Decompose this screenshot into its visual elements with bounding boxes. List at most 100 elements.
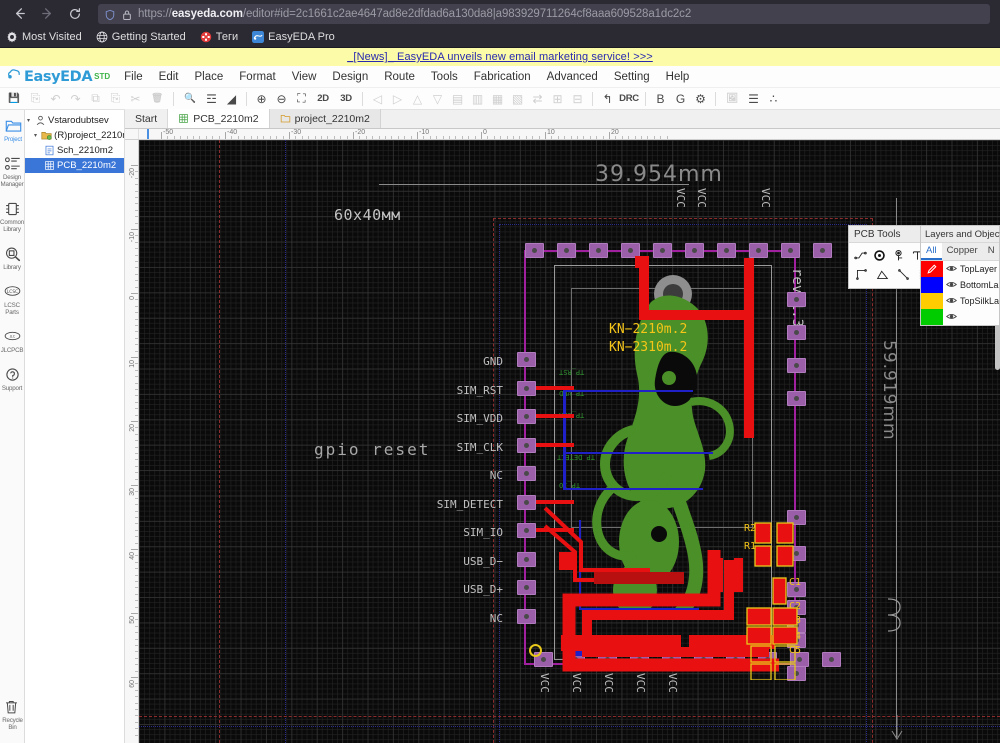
tab-project-2210m2[interactable]: project_2210m2 [269,109,381,128]
easyeda-logo[interactable]: EasyEDA STD [4,67,116,86]
via-icon[interactable] [889,246,908,265]
zoom-out-icon[interactable]: ⊖ [272,90,291,108]
pad-top-7[interactable] [749,243,768,258]
zoom-fit-icon[interactable]: ⛶ [292,90,311,108]
layer-row[interactable]: TopSilkLa [921,293,999,309]
menu-format[interactable]: Format [231,69,283,85]
bookmark-tegi[interactable]: Теги [200,31,238,43]
eye-icon[interactable] [946,264,957,275]
pad-right-top-1[interactable] [787,325,806,340]
menu-help[interactable]: Help [658,69,698,85]
pad-top-4[interactable] [653,243,672,258]
drc-button[interactable]: DRC [618,90,640,108]
address-bar[interactable]: https://easyeda.com/editor#id=2c1661c2ae… [98,3,990,24]
rail-item-library[interactable]: Library [0,242,25,274]
paint-icon[interactable]: ◢ [222,90,241,108]
rail-item-jlcpcb[interactable]: JLC JLCPCB [0,325,25,357]
save-icon[interactable]: 💾 [3,90,25,108]
menu-view[interactable]: View [284,69,325,85]
pad-top-2[interactable] [589,243,608,258]
layers-panel[interactable]: Layers and Objects All Copper N TopLayer… [920,225,1000,326]
rail-item-design-manager[interactable]: Design Manager [0,152,25,191]
view-2d-button[interactable]: 2D [312,90,334,108]
menu-file[interactable]: File [116,69,151,85]
eye-icon[interactable] [946,296,957,307]
bookmark-most-visited[interactable]: Most Visited [6,31,82,43]
pad-top-6[interactable] [717,243,736,258]
track-icon[interactable] [851,246,870,265]
pad-icon[interactable] [870,246,889,265]
menu-place[interactable]: Place [187,69,232,85]
tree-row[interactable]: Sch_2210m2 [25,143,124,158]
pad-top-5[interactable] [685,243,704,258]
pad-left-7[interactable] [517,551,536,567]
layer-color-swatch[interactable] [921,261,943,277]
tab-all[interactable]: All [921,243,942,260]
pad-top-0[interactable] [525,243,544,258]
pad-left-0[interactable] [517,352,536,367]
layer-color-swatch[interactable] [921,293,943,309]
pad-right-top-2[interactable] [787,358,806,373]
horizontal-ruler[interactable]: -50 -40 -30 -20 -10 0 10 20 [125,129,1000,140]
eye-icon[interactable] [946,280,957,291]
menu-setting[interactable]: Setting [606,69,658,85]
tree-row-pcb-selected[interactable]: PCB_2210m2 [25,158,124,173]
angle-icon[interactable] [872,265,893,284]
tab-start[interactable]: Start [125,109,169,128]
pad-left-2[interactable] [517,409,536,424]
bookmark-easyeda-pro[interactable]: EasyEDA Pro [252,31,335,43]
pad-top-1[interactable] [557,243,576,258]
bookmark-getting-started[interactable]: Getting Started [96,31,186,43]
pad-left-6[interactable] [517,523,536,538]
search-icon[interactable]: 🔍 [179,90,201,108]
rail-item-support[interactable]: Support [0,363,25,395]
chevron-down-icon[interactable]: ▾ [34,132,39,139]
view-3d-button[interactable]: 3D [335,90,357,108]
tab-n[interactable]: N [983,243,1000,260]
layer-color-swatch[interactable] [921,309,943,325]
back-arrow-icon[interactable] [6,3,32,25]
layer-row[interactable]: BottomLa [921,277,999,293]
config-icon[interactable]: ⚙ [691,90,710,108]
layers-icon[interactable]: ☰ [744,90,763,108]
rail-item-lcsc-parts[interactable]: LCSC LCSC Parts [0,280,25,319]
bom-icon[interactable]: B [651,90,670,108]
rect-icon[interactable] [851,265,872,284]
menu-edit[interactable]: Edit [151,69,187,85]
pad-left-5[interactable] [517,494,536,510]
pad-left-3[interactable] [517,437,536,453]
menu-route[interactable]: Route [376,69,423,85]
pad-left-8[interactable] [517,580,536,595]
vertical-ruler[interactable]: -20 -10 0 10 20 30 40 50 60 [125,140,139,743]
line-icon[interactable] [893,265,914,284]
find-similar-icon[interactable]: ☲ [202,90,221,108]
tree-row[interactable]: ▾ Vstarodubtsev [25,113,124,128]
pad-right-top-3[interactable] [787,391,806,406]
news-link[interactable]: _[News]_ EasyEDA unveils new email marke… [347,51,653,63]
forward-arrow-icon[interactable] [34,3,60,25]
layer-row[interactable]: TopLayer [921,261,999,277]
pad-top-9[interactable] [813,243,832,258]
menu-fabrication[interactable]: Fabrication [466,69,539,85]
rail-item-recycle-bin[interactable]: Recycle Bin [0,695,25,734]
layer-color-swatch[interactable] [921,277,943,293]
zoom-in-icon[interactable]: ⊕ [252,90,271,108]
layer-row[interactable] [921,309,999,325]
menu-advanced[interactable]: Advanced [539,69,606,85]
share-icon[interactable]: ∴ [764,90,783,108]
chevron-down-icon[interactable]: ▾ [27,117,33,124]
pad-left-1[interactable] [517,380,536,396]
tab-pcb-2210m2[interactable]: PCB_2210m2 [168,109,270,128]
pad-right-top-0[interactable] [787,292,806,307]
pad-left-9[interactable] [517,608,536,624]
tab-copper[interactable]: Copper [942,243,983,260]
menu-design[interactable]: Design [324,69,376,85]
tree-row[interactable]: ▾ (R)project_2210m2 [25,128,124,143]
pad-left-4[interactable] [517,466,536,481]
rail-item-common-library[interactable]: Common Library [0,197,25,236]
measure-icon[interactable]: ↰ [598,90,617,108]
pad-top-8[interactable] [781,243,800,258]
gerber-icon[interactable]: G [671,90,690,108]
eye-icon[interactable] [946,312,957,323]
menu-tools[interactable]: Tools [423,69,466,85]
